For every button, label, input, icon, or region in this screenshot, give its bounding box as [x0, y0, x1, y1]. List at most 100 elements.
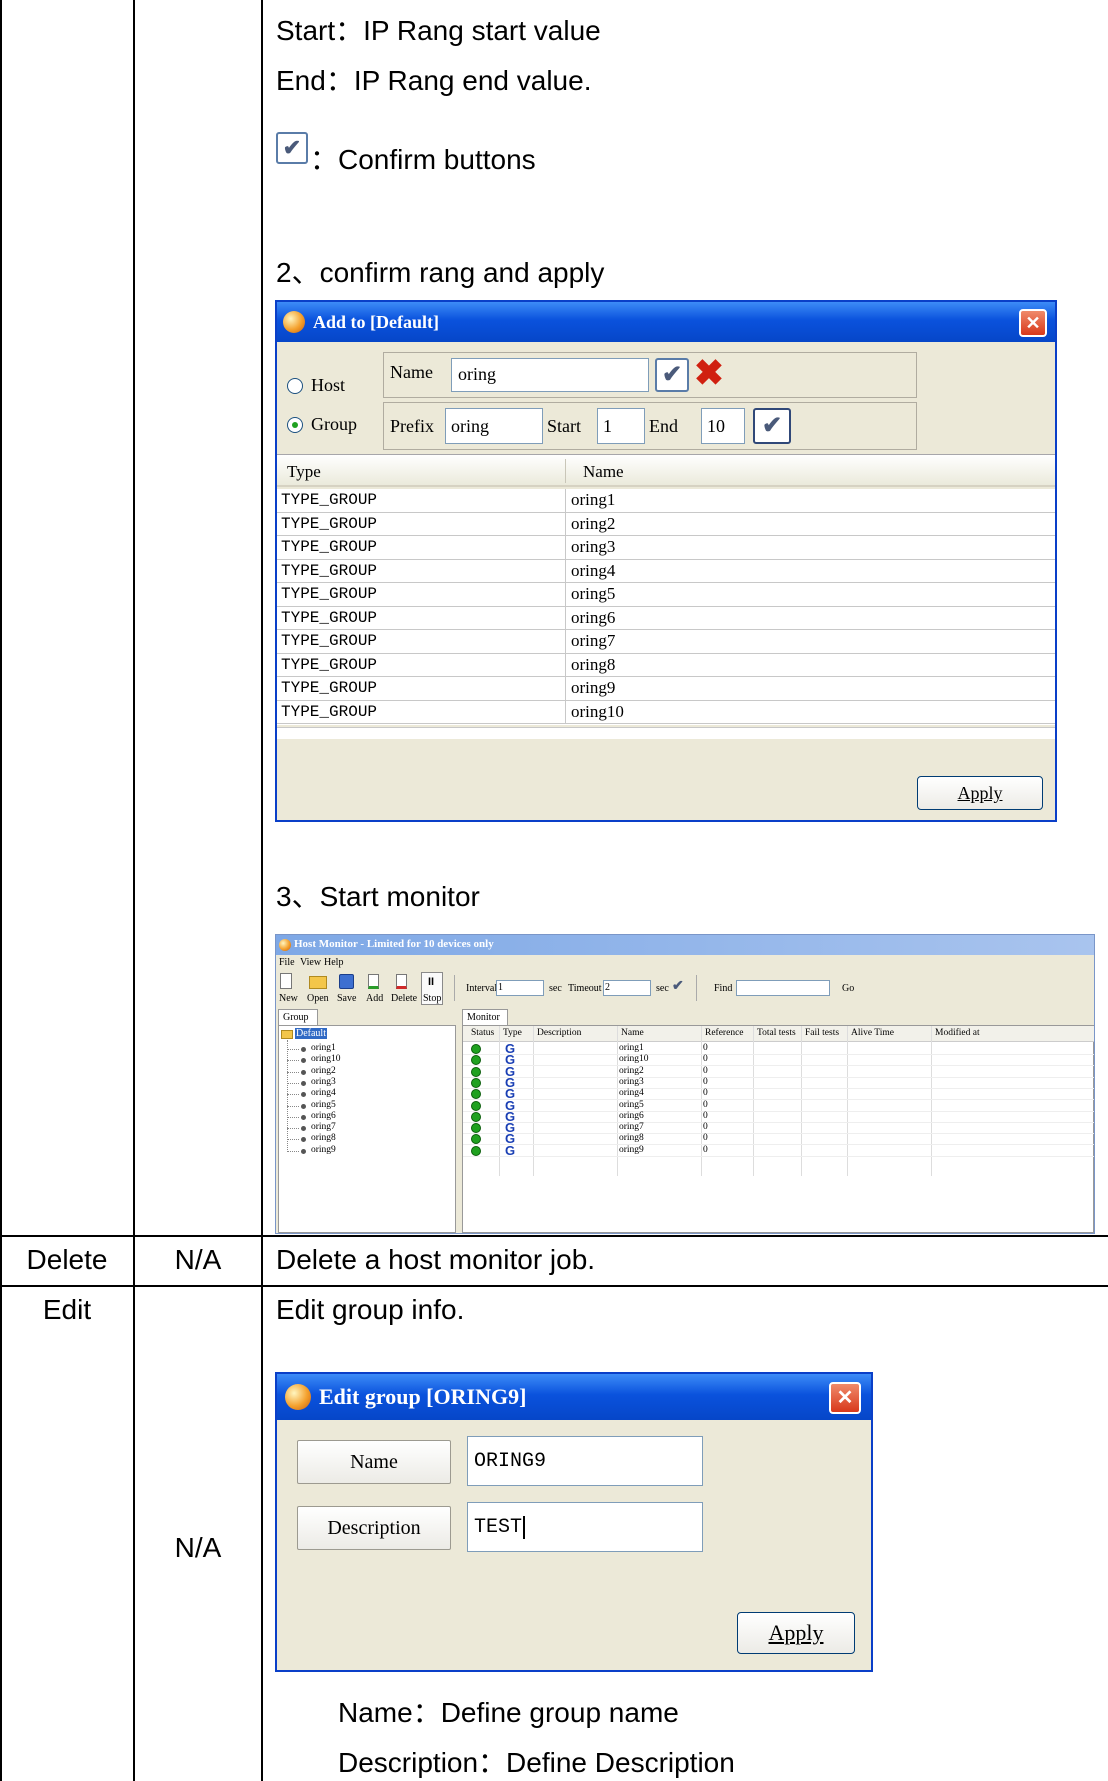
table-row[interactable]: TYPE_GROUP oring2	[277, 512, 1055, 536]
monitor-column-header[interactable]: Modified at	[935, 1028, 980, 1038]
tree-item[interactable]: oring5	[287, 1100, 407, 1112]
tree-item-label: oring8	[311, 1133, 336, 1144]
group-list: Type Name TYPE_GROUP oring1 TYPE_GROUP orin…	[277, 454, 1055, 768]
close-icon[interactable]: ✕	[1019, 309, 1047, 337]
tree-root-default[interactable]: Default	[295, 1028, 327, 1039]
stop-button-frame[interactable]: II Stop	[421, 972, 443, 1005]
group-radio[interactable]	[287, 417, 303, 433]
menu-view[interactable]: View	[300, 957, 321, 968]
table-row[interactable]: TYPE_GROUP oring3	[277, 536, 1055, 560]
tree-connector	[287, 1150, 299, 1152]
find-input[interactable]	[736, 980, 830, 996]
monitor-column-header[interactable]: Total tests	[757, 1028, 796, 1038]
table-row[interactable]: TYPE_GROUP oring1	[277, 489, 1055, 513]
delete-row-name: Delete	[26, 1244, 108, 1275]
host-dot-icon	[301, 1148, 306, 1154]
interval-value: 1	[498, 982, 503, 993]
name-confirm-button[interactable]: ✔	[655, 358, 689, 392]
monitor-row[interactable]: Goring4 0	[463, 1087, 1094, 1101]
edit-name-input[interactable]: ORING9	[467, 1436, 703, 1486]
monitor-row[interactable]: Goring10 0	[463, 1053, 1094, 1067]
go-button[interactable]: Go	[842, 983, 854, 994]
new-file-icon[interactable]	[280, 973, 292, 989]
add-dialog-titlebar: Add to [Default] ✕	[277, 302, 1055, 342]
monitor-column-header[interactable]: Status	[471, 1028, 494, 1038]
tree-item[interactable]: oring3	[287, 1077, 407, 1089]
monitor-row[interactable]: Goring2 0	[463, 1065, 1094, 1078]
apply-button[interactable]: Apply	[917, 776, 1043, 810]
tree-item[interactable]: oring4	[287, 1088, 407, 1100]
add-doc-icon[interactable]	[368, 974, 379, 989]
toolbar-save[interactable]: Save	[337, 993, 356, 1004]
open-folder-icon[interactable]	[309, 976, 327, 989]
menu-help[interactable]: Help	[324, 957, 343, 968]
menu-bar: File View Help	[276, 955, 1094, 971]
timeout-input[interactable]: 2	[603, 980, 651, 996]
save-disk-icon[interactable]	[339, 974, 354, 989]
monitor-tab[interactable]: Monitor	[462, 1009, 508, 1025]
monitor-row[interactable]: Goring6 0	[463, 1110, 1094, 1123]
interval-input[interactable]: 1	[496, 980, 544, 996]
monitor-column-header[interactable]: Name	[621, 1028, 644, 1038]
table-row[interactable]: TYPE_GROUP oring10	[277, 700, 1055, 724]
toolbar-new[interactable]: New	[279, 993, 298, 1004]
toolbar-delete[interactable]: Delete	[391, 993, 417, 1004]
tree-item[interactable]: oring2	[287, 1066, 407, 1078]
app-icon	[283, 311, 305, 333]
menu-file[interactable]: File	[279, 957, 295, 968]
tree-item[interactable]: oring7	[287, 1122, 407, 1134]
monitor-row[interactable]: Goring5 0	[463, 1099, 1094, 1112]
monitor-column-header[interactable]: Fail tests	[805, 1028, 839, 1038]
monitor-row[interactable]: Goring8 0	[463, 1132, 1094, 1146]
edit-row-description: Edit group info.	[276, 1294, 465, 1325]
name-cancel-button[interactable]: ✖	[691, 354, 727, 392]
table-row[interactable]: TYPE_GROUP oring6	[277, 606, 1055, 630]
monitor-row[interactable]: Goring1 0	[463, 1042, 1094, 1055]
tree-item[interactable]: oring6	[287, 1111, 407, 1123]
tree-connector	[287, 1082, 299, 1084]
table-row[interactable]: TYPE_GROUP oring9	[277, 677, 1055, 701]
status-green-icon	[471, 1044, 481, 1054]
status-green-icon	[471, 1089, 481, 1100]
monitor-row-name: oring2	[619, 1065, 644, 1076]
table-row[interactable]: TYPE_GROUP oring5	[277, 583, 1055, 607]
monitor-row[interactable]: Goring3 0	[463, 1076, 1094, 1089]
range-confirm-button[interactable]: ✔	[753, 408, 791, 444]
prefix-input[interactable]: oring	[445, 408, 543, 444]
start-input[interactable]: 1	[597, 408, 645, 444]
monitor-column-header[interactable]: Type	[503, 1028, 522, 1038]
timeout-sec: sec	[656, 983, 669, 994]
table-row[interactable]: TYPE_GROUP oring4	[277, 559, 1055, 583]
host-monitor-window: Host Monitor - Limited for 10 devices on…	[275, 934, 1095, 1234]
monitor-column-header[interactable]: Description	[537, 1028, 581, 1038]
toolbar-separator-2	[696, 975, 697, 1001]
tree-item[interactable]: oring10	[287, 1054, 407, 1066]
delete-doc-icon[interactable]	[396, 974, 407, 989]
edit-apply-button[interactable]: Apply	[737, 1612, 855, 1654]
tree-item[interactable]: oring9	[287, 1145, 407, 1157]
toolbar-open[interactable]: Open	[307, 993, 329, 1004]
monitor-column-header[interactable]: Alive Time	[851, 1028, 894, 1038]
settings-confirm-icon[interactable]: ✔	[672, 977, 684, 994]
monitor-row[interactable]: Goring9 0	[463, 1144, 1094, 1157]
end-input[interactable]: 10	[701, 408, 745, 444]
host-radio[interactable]	[287, 378, 303, 394]
status-green-icon	[471, 1066, 481, 1077]
edit-row-name: Edit	[42, 1294, 92, 1325]
table-row[interactable]: TYPE_GROUP oring8	[277, 653, 1055, 677]
monitor-row[interactable]: Goring7 0	[463, 1121, 1094, 1135]
group-tab[interactable]: Group	[278, 1009, 318, 1025]
host-dot-icon	[301, 1103, 306, 1109]
tree-item[interactable]: oring8	[287, 1133, 407, 1145]
edit-description-input[interactable]: TEST	[467, 1502, 703, 1552]
monitor-column-header[interactable]: Reference	[705, 1028, 744, 1038]
row-divider	[565, 583, 566, 606]
table-row[interactable]: TYPE_GROUP oring7	[277, 630, 1055, 654]
toolbar-add[interactable]: Add	[366, 993, 383, 1004]
status-green-icon	[471, 1055, 481, 1066]
edit-close-icon[interactable]: ✕	[829, 1382, 861, 1414]
name-input[interactable]: oring	[451, 358, 649, 392]
timeout-label: Timeout	[568, 983, 602, 994]
group-tab-label: Group	[283, 1012, 309, 1023]
tree-item[interactable]: oring1	[287, 1043, 407, 1055]
